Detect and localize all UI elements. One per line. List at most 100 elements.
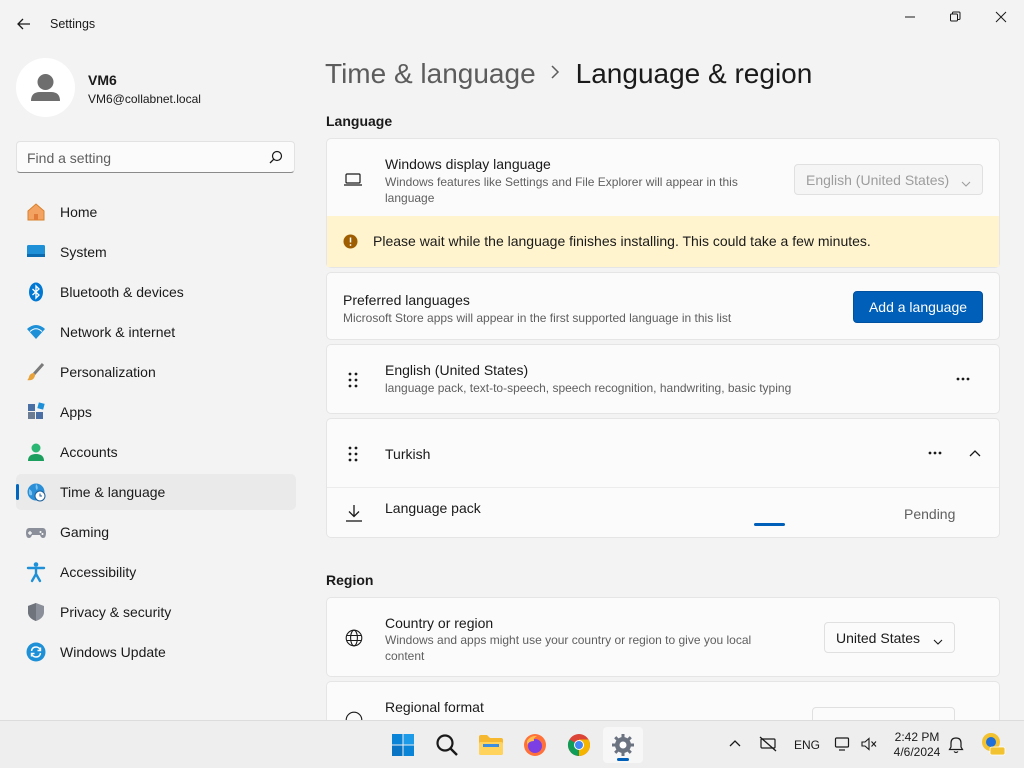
taskbar: ENG 2:42 PM 4/6/2024 bbox=[0, 720, 1024, 768]
brush-icon bbox=[25, 361, 47, 383]
windows-logo-icon bbox=[392, 734, 414, 756]
close-button[interactable] bbox=[978, 6, 1024, 28]
divider bbox=[327, 487, 999, 488]
sidebar-item-personalization[interactable]: Personalization bbox=[16, 354, 296, 390]
user-email: VM6@collabnet.local bbox=[88, 92, 201, 106]
install-warning-banner: Please wait while the language finishes … bbox=[327, 216, 999, 267]
sidebar-item-windows-update[interactable]: Windows Update bbox=[16, 634, 296, 670]
section-title-language: Language bbox=[326, 113, 393, 129]
warning-icon bbox=[343, 234, 358, 252]
preferred-languages-subtitle: Microsoft Store apps will appear in the … bbox=[343, 311, 732, 325]
sidebar-item-label: Accounts bbox=[60, 444, 118, 460]
sidebar-item-privacy[interactable]: Privacy & security bbox=[16, 594, 296, 630]
shield-icon bbox=[25, 601, 47, 623]
sidebar-item-network[interactable]: Network & internet bbox=[16, 314, 296, 350]
settings-taskbar-button[interactable] bbox=[603, 727, 643, 763]
search-button[interactable] bbox=[427, 727, 467, 763]
copilot-preview-icon[interactable] bbox=[980, 731, 1006, 760]
notification-bell-icon[interactable] bbox=[948, 736, 964, 757]
globe-icon bbox=[345, 629, 363, 650]
update-icon bbox=[25, 641, 47, 663]
file-explorer-button[interactable] bbox=[471, 727, 511, 763]
sidebar-item-label: Windows Update bbox=[60, 644, 166, 660]
title-bar: Settings bbox=[0, 0, 1024, 48]
language-pack-progress-bar bbox=[754, 523, 785, 526]
country-region-subtitle: Windows and apps might use your country … bbox=[385, 633, 752, 663]
settings-search[interactable] bbox=[16, 141, 295, 173]
sidebar-nav: Home System Bluetooth & devices Network … bbox=[16, 194, 296, 674]
firefox-button[interactable] bbox=[515, 727, 555, 763]
chevron-right-icon bbox=[550, 63, 560, 86]
accessibility-icon bbox=[25, 561, 47, 583]
more-options-icon[interactable] bbox=[920, 438, 950, 468]
regional-format-title: Regional format bbox=[385, 699, 484, 715]
breadcrumb-parent[interactable]: Time & language bbox=[325, 58, 536, 90]
folder-icon bbox=[479, 735, 503, 755]
chevron-up-icon[interactable] bbox=[729, 737, 741, 751]
sidebar-item-label: Privacy & security bbox=[60, 604, 172, 620]
display-language-dropdown[interactable]: English (United States) bbox=[794, 164, 983, 195]
search-icon bbox=[436, 734, 458, 756]
chevron-up-icon[interactable] bbox=[960, 438, 990, 468]
clock-time: 2:42 PM bbox=[894, 730, 940, 744]
search-icon bbox=[269, 150, 283, 167]
sidebar-item-apps[interactable]: Apps bbox=[16, 394, 296, 430]
input-language-indicator[interactable]: ENG bbox=[794, 738, 820, 752]
restore-button[interactable] bbox=[932, 6, 978, 28]
regional-format-icon bbox=[345, 711, 363, 720]
more-options-icon[interactable] bbox=[948, 364, 978, 394]
country-region-title: Country or region bbox=[385, 615, 494, 631]
bluetooth-icon bbox=[25, 281, 47, 303]
language-features: language pack, text-to-speech, speech re… bbox=[385, 381, 792, 395]
download-icon bbox=[345, 504, 363, 525]
sidebar-item-system[interactable]: System bbox=[16, 234, 296, 270]
system-icon bbox=[25, 241, 47, 263]
section-title-region: Region bbox=[326, 572, 374, 588]
volume-muted-icon[interactable] bbox=[861, 737, 877, 754]
active-app-indicator bbox=[617, 758, 629, 761]
chevron-down-icon bbox=[961, 175, 971, 191]
chrome-button[interactable] bbox=[559, 727, 599, 763]
wifi-icon bbox=[25, 321, 47, 343]
country-region-dropdown[interactable]: United States bbox=[824, 622, 955, 653]
home-icon bbox=[25, 201, 47, 223]
sidebar-item-label: System bbox=[60, 244, 107, 260]
warning-text: Please wait while the language finishes … bbox=[373, 233, 871, 249]
dropdown-value: United States bbox=[836, 629, 921, 646]
sidebar-item-accounts[interactable]: Accounts bbox=[16, 434, 296, 470]
minimize-button[interactable] bbox=[887, 6, 933, 28]
breadcrumb: Time & language Language & region bbox=[325, 58, 812, 90]
network-disconnected-icon[interactable] bbox=[759, 736, 777, 755]
preferred-languages-title: Preferred languages bbox=[343, 292, 470, 308]
sidebar-item-accessibility[interactable]: Accessibility bbox=[16, 554, 296, 590]
sidebar-item-label: Accessibility bbox=[60, 564, 137, 580]
sidebar-item-bluetooth[interactable]: Bluetooth & devices bbox=[16, 274, 296, 310]
add-language-button[interactable]: Add a language bbox=[853, 291, 983, 323]
sidebar-item-time-language[interactable]: Time & language bbox=[16, 474, 296, 510]
sidebar-item-gaming[interactable]: Gaming bbox=[16, 514, 296, 550]
gamepad-icon bbox=[25, 521, 47, 543]
sidebar-item-label: Bluetooth & devices bbox=[60, 284, 184, 300]
start-button[interactable] bbox=[383, 727, 423, 763]
language-item-english[interactable]: English (United States) language pack, t… bbox=[326, 344, 1000, 414]
back-arrow-icon[interactable] bbox=[14, 14, 34, 34]
display-icon[interactable] bbox=[834, 736, 852, 755]
sidebar-item-home[interactable]: Home bbox=[16, 194, 296, 230]
drag-handle-icon[interactable] bbox=[347, 445, 359, 466]
clock-date: 4/6/2024 bbox=[893, 745, 941, 759]
avatar[interactable] bbox=[16, 58, 75, 117]
language-item-turkish: Turkish Language pack bbox=[326, 418, 1000, 538]
page-title: Language & region bbox=[575, 58, 813, 89]
regional-format-card: Regional format bbox=[326, 681, 1000, 720]
drag-handle-icon[interactable] bbox=[347, 371, 359, 392]
regional-format-dropdown[interactable] bbox=[812, 707, 955, 720]
language-pack-status: Pending bbox=[904, 506, 956, 522]
sidebar-item-label: Network & internet bbox=[60, 324, 176, 340]
accounts-icon bbox=[25, 441, 47, 463]
search-input[interactable] bbox=[27, 148, 267, 168]
laptop-icon bbox=[343, 172, 363, 191]
sidebar-item-label: Time & language bbox=[60, 484, 166, 500]
chrome-icon bbox=[568, 734, 590, 756]
chevron-down-icon bbox=[933, 633, 943, 649]
clock[interactable]: 2:42 PM 4/6/2024 bbox=[890, 730, 944, 760]
